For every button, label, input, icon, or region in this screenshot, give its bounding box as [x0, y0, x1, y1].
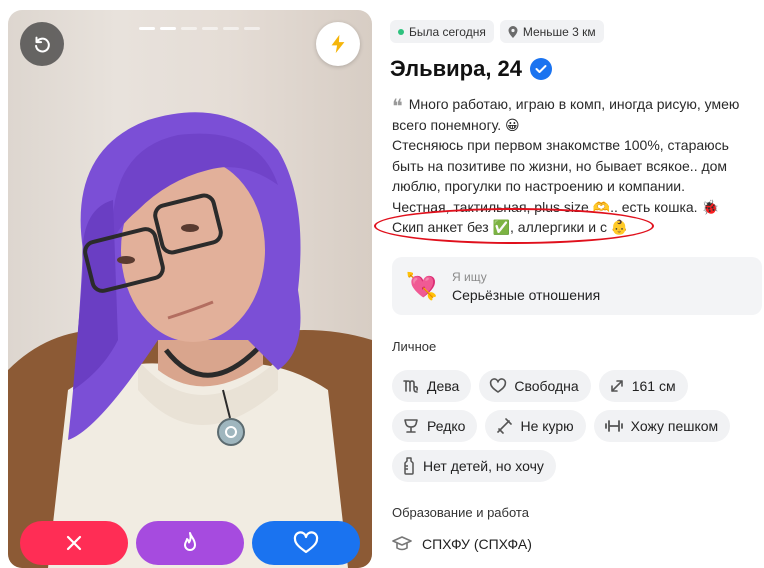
- bio-line-1: Много работаю, играю в комп, иногда рису…: [392, 96, 740, 133]
- photo-progress: [139, 27, 260, 30]
- distance-text: Меньше 3 км: [522, 24, 596, 39]
- chip-alcohol-label: Редко: [427, 418, 466, 434]
- progress-segment: [202, 27, 218, 30]
- personal-section-title: Личное: [392, 339, 437, 354]
- progress-segment: [244, 27, 260, 30]
- name-row: Эльвира, 24: [390, 56, 553, 82]
- chip-relationship: Свободна: [479, 370, 591, 402]
- photo-image: [8, 112, 372, 568]
- chip-smoking-label: Не курю: [520, 418, 574, 434]
- close-icon: [66, 535, 82, 551]
- dumbbell-icon: [604, 420, 623, 432]
- chip-height-label: 161 см: [631, 378, 676, 394]
- no-smoking-icon: [497, 418, 513, 434]
- chip-smoking: Не курю: [485, 410, 586, 442]
- status-badges: Была сегодня Меньше 3 км: [390, 20, 604, 43]
- profile-info: Была сегодня Меньше 3 км Эльвира, 24 ❝ Мн…: [390, 0, 764, 568]
- chip-alcohol: Редко: [392, 410, 478, 442]
- chip-sport-label: Хожу пешком: [630, 418, 719, 434]
- education-section-title: Образование и работа: [392, 505, 529, 520]
- baby-bottle-icon: [404, 457, 414, 475]
- graduation-cap-icon: [392, 536, 412, 551]
- profile-photo[interactable]: [8, 10, 372, 568]
- chip-children-label: Нет детей, но хочу: [423, 458, 544, 474]
- virgo-icon: [403, 380, 418, 393]
- seeking-value: Серьёзные отношения: [452, 286, 601, 303]
- progress-segment: [139, 27, 155, 30]
- seeking-label: Я ищу: [452, 269, 487, 284]
- profile-name: Эльвира, 24: [390, 56, 523, 81]
- dislike-button[interactable]: [20, 521, 128, 565]
- online-text: Была сегодня: [409, 24, 486, 39]
- location-pin-icon: [508, 25, 518, 38]
- superlike-button[interactable]: [136, 521, 244, 565]
- flame-icon: [184, 532, 196, 551]
- progress-segment: [160, 27, 176, 30]
- heart-outline-icon: [490, 378, 507, 393]
- bio-line-2: Стесняюсь при первом знакомстве 100%, ст…: [392, 137, 729, 194]
- progress-segment: [181, 27, 197, 30]
- education-value: СПХФУ (СПХФА): [422, 536, 532, 552]
- glass-icon: [404, 419, 418, 433]
- distance-badge: Меньше 3 км: [499, 20, 604, 43]
- progress-segment: [223, 27, 239, 30]
- seeking-card: 💘 Я ищу Серьёзные отношения: [392, 257, 762, 315]
- personal-chips: Дева Свободна 161 см Редко Не курю Хожу …: [392, 370, 764, 482]
- boost-button[interactable]: [316, 22, 360, 66]
- chip-sport: Хожу пешком: [593, 410, 731, 442]
- lightning-icon: [331, 34, 345, 54]
- like-button[interactable]: [252, 521, 360, 565]
- online-badge: Была сегодня: [390, 20, 494, 43]
- undo-icon: [35, 36, 50, 53]
- chip-zodiac: Дева: [392, 370, 472, 402]
- online-dot-icon: [398, 28, 404, 35]
- chip-relationship-label: Свободна: [514, 378, 579, 394]
- quote-icon: ❝: [392, 94, 403, 118]
- verified-icon: [530, 58, 553, 80]
- height-icon: [610, 380, 623, 392]
- heart-icon: [293, 531, 319, 554]
- chip-zodiac-label: Дева: [427, 378, 460, 394]
- highlight-ellipse: [374, 208, 654, 244]
- chip-height: 161 см: [598, 370, 688, 402]
- chip-children: Нет детей, но хочу: [392, 450, 556, 482]
- swipe-actions: [20, 521, 360, 565]
- cupid-heart-icon: 💘: [405, 270, 439, 301]
- education-row: СПХФУ (СПХФА): [392, 536, 532, 552]
- undo-button[interactable]: [20, 22, 64, 66]
